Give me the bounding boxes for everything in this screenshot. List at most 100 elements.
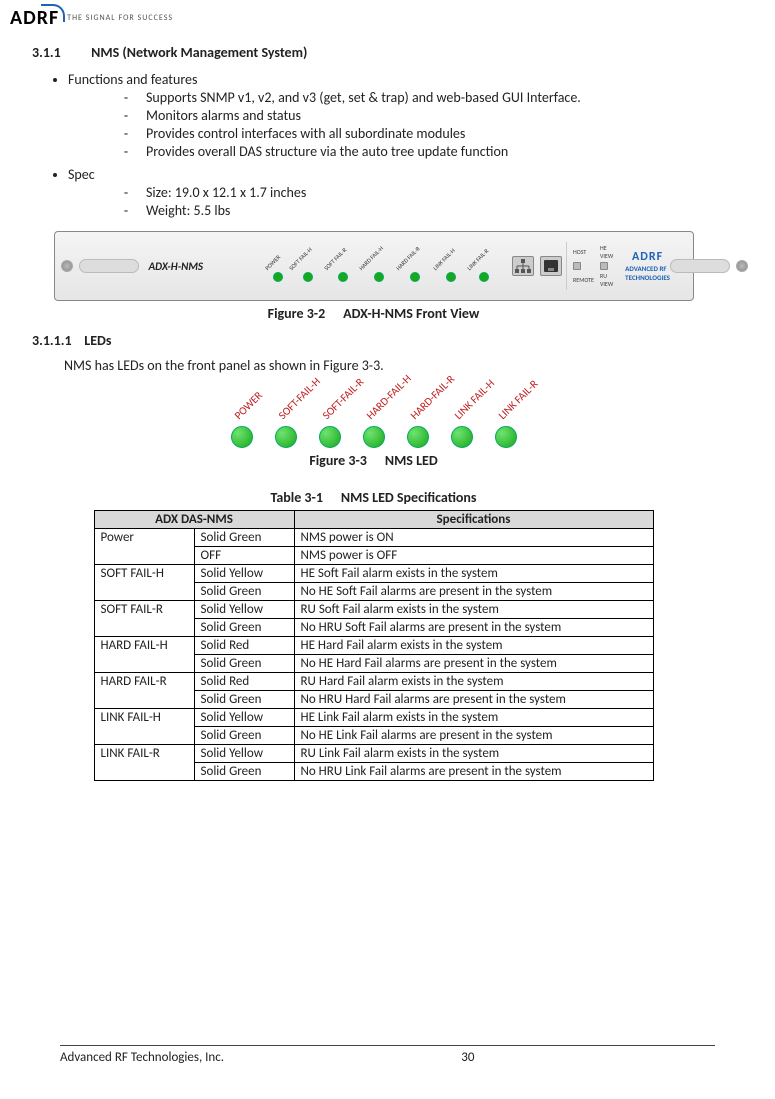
dash-item: -Weight: 5.5 lbs: [122, 202, 715, 219]
network-port-icon: [512, 256, 534, 276]
header-logo-row: ADRF THE SIGNAL FOR SUCCESS: [0, 0, 775, 30]
cell-led-spec: NMS power is ON: [294, 529, 653, 547]
th-spec: Specifications: [294, 511, 653, 529]
bullet-spec-label: Spec: [68, 166, 95, 183]
cell-led-state: Solid Yellow: [194, 745, 294, 763]
logo-wave-icon: [41, 4, 65, 22]
cell-led-state: Solid Green: [194, 727, 294, 745]
led-dot-icon: [275, 426, 297, 448]
dash-icon: -: [122, 143, 130, 160]
cell-led-state: Solid Green: [194, 583, 294, 601]
th-adx: ADX DAS-NMS: [94, 511, 294, 529]
heading-number: 3.1.1: [32, 44, 88, 61]
led-dot-icon: [451, 426, 473, 448]
table-row: HARD FAIL-HSolid RedHE Hard Fail alarm e…: [94, 637, 653, 655]
cell-led-spec: RU Hard Fail alarm exists in the system: [294, 673, 653, 691]
cell-led-state: Solid Yellow: [194, 565, 294, 583]
nms-led-label: LINK FAIL-H: [451, 377, 496, 422]
panel-led-row: POWER SOFT FAIL-H SOFT FAIL-R HARD FAIL-…: [269, 250, 499, 282]
dash-item: -Provides control interfaces with all su…: [122, 125, 715, 142]
panel-ports: [512, 256, 562, 276]
table-row: HARD FAIL-RSolid RedRU Hard Fail alarm e…: [94, 673, 653, 691]
spec-dash-list: -Size: 19.0 x 12.1 x 1.7 inches -Weight:…: [68, 184, 715, 219]
nms-led: LINK FAIL-R: [495, 426, 517, 448]
cell-led-state: Solid Red: [194, 673, 294, 691]
cell-led-spec: No HE Link Fail alarms are present in th…: [294, 727, 653, 745]
cell-led-name: SOFT FAIL-R: [94, 601, 194, 637]
table-row: SOFT FAIL-HSolid YellowHE Soft Fail alar…: [94, 565, 653, 583]
switch-label-ruview: RU VIEW: [600, 272, 613, 288]
cell-led-state: Solid Red: [194, 637, 294, 655]
cell-led-spec: HE Soft Fail alarm exists in the system: [294, 565, 653, 583]
cell-led-state: Solid Green: [194, 619, 294, 637]
panel-switch-block: HOST HE VIEW REMOTE RU VIEW: [566, 242, 619, 290]
heading-title: LEDs: [84, 332, 111, 349]
heading-3-1-1: 3.1.1 NMS (Network Management System): [32, 44, 715, 61]
bullet-functions-label: Functions and features: [68, 71, 197, 88]
led-dot-icon: [273, 272, 283, 282]
cell-led-spec: RU Link Fail alarm exists in the system: [294, 745, 653, 763]
table-row: SOFT FAIL-RSolid YellowRU Soft Fail alar…: [94, 601, 653, 619]
switch-label-heview: HE VIEW: [600, 244, 613, 260]
cell-led-spec: NMS power is OFF: [294, 547, 653, 565]
cell-led-spec: No HRU Link Fail alarms are present in t…: [294, 763, 653, 781]
panel-brand-small: ADVANCED RF TECHNOLOGIES: [625, 264, 670, 282]
rj45-port-icon: [540, 256, 562, 276]
led-dot-icon: [363, 426, 385, 448]
cell-led-name: Power: [94, 529, 194, 565]
figure-nms-led: POWER SOFT-FAIL-H SOFT-FAIL-R HARD-FAIL-…: [194, 384, 554, 448]
dash-text: Monitors alarms and status: [146, 107, 715, 124]
nms-led: POWER: [231, 426, 253, 448]
cell-led-state: Solid Green: [194, 529, 294, 547]
led-dot-icon: [407, 426, 429, 448]
front-panel-diagram: ADX-H-NMS POWER SOFT FAIL-H SOFT FAIL-R …: [54, 231, 694, 301]
logo-tagline: THE SIGNAL FOR SUCCESS: [67, 13, 173, 23]
nms-led: HARD-FAIL-H: [363, 426, 385, 448]
dash-icon: -: [122, 89, 130, 106]
fig-title: NMS LED: [385, 452, 438, 469]
cell-led-name: LINK FAIL-R: [94, 745, 194, 781]
dash-text: Supports SNMP v1, v2, and v3 (get, set &…: [146, 89, 715, 106]
table-row: LINK FAIL-RSolid YellowRU Link Fail alar…: [94, 745, 653, 763]
leds-paragraph: NMS has LEDs on the front panel as shown…: [64, 357, 715, 374]
logo-text: ADRF: [10, 6, 59, 30]
heading-title: NMS (Network Management System): [91, 44, 307, 61]
page-content: 3.1.1 NMS (Network Management System) Fu…: [0, 30, 775, 781]
nms-led-label: SOFT-FAIL-H: [275, 375, 322, 422]
led-dot-icon: [303, 272, 313, 282]
bullet-functions: Functions and features -Supports SNMP v1…: [68, 71, 715, 160]
bullet-spec: Spec -Size: 19.0 x 12.1 x 1.7 inches -We…: [68, 166, 715, 219]
cell-led-spec: No HE Hard Fail alarms are present in th…: [294, 655, 653, 673]
dash-icon: -: [122, 107, 130, 124]
cell-led-state: Solid Green: [194, 763, 294, 781]
heading-3-1-1-1: 3.1.1.1 LEDs: [32, 332, 715, 349]
cell-led-spec: No HRU Soft Fail alarms are present in t…: [294, 619, 653, 637]
functions-dash-list: -Supports SNMP v1, v2, and v3 (get, set …: [68, 89, 715, 160]
dash-item: -Monitors alarms and status: [122, 107, 715, 124]
led-dot-icon: [319, 426, 341, 448]
table-row: PowerSolid GreenNMS power is ON: [94, 529, 653, 547]
cell-led-spec: No HRU Hard Fail alarms are present in t…: [294, 691, 653, 709]
cell-led-name: LINK FAIL-H: [94, 709, 194, 745]
led-dot-icon: [374, 272, 384, 282]
heading-number: 3.1.1.1: [32, 332, 72, 349]
cell-led-state: Solid Green: [194, 655, 294, 673]
fig-label: Figure 3-3: [309, 452, 367, 469]
table-3-1-caption: Table 3-1 NMS LED Specifications: [32, 489, 715, 506]
footer-company: Advanced RF Technologies, Inc.: [60, 1050, 224, 1065]
nms-led: HARD-FAIL-R: [407, 426, 429, 448]
table-title: NMS LED Specifications: [341, 489, 477, 506]
switch-label-remote: REMOTE: [573, 276, 594, 284]
table-label: Table 3-1: [270, 489, 322, 506]
table-header-row: ADX DAS-NMS Specifications: [94, 511, 653, 529]
rack-slot-icon: [79, 259, 139, 273]
cell-led-state: Solid Yellow: [194, 709, 294, 727]
led-dot-icon: [479, 272, 489, 282]
cell-led-spec: No HE Soft Fail alarms are present in th…: [294, 583, 653, 601]
table-row: LINK FAIL-HSolid YellowHE Link Fail alar…: [94, 709, 653, 727]
panel-led: LINK FAIL-R: [471, 250, 498, 282]
footer-page: 30: [461, 1050, 474, 1065]
led-dot-icon: [231, 426, 253, 448]
figure-3-3-caption: Figure 3-3 NMS LED: [32, 452, 715, 469]
switch-button-icon: [600, 262, 608, 270]
